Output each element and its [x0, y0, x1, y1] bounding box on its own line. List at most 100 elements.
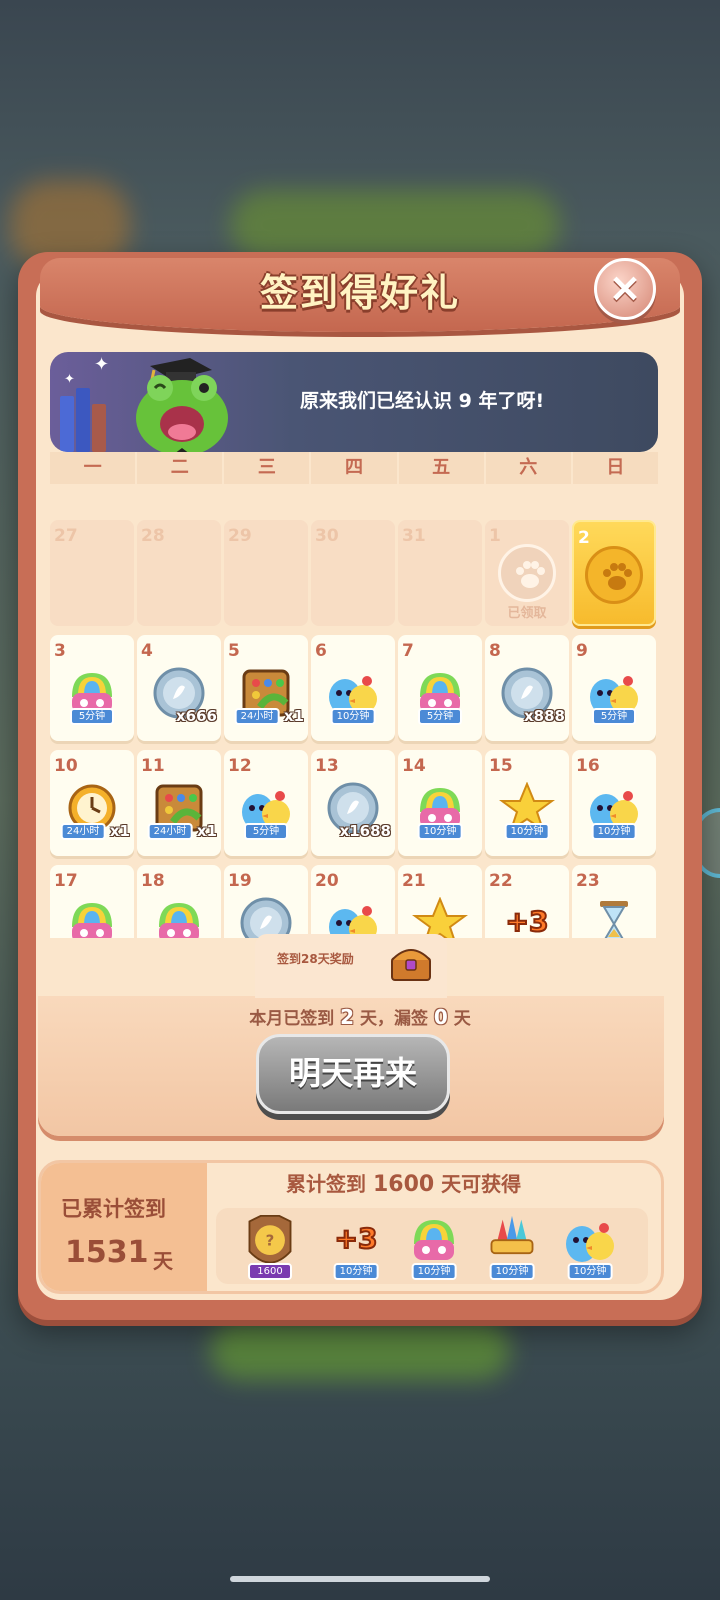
close-icon: × — [608, 265, 642, 311]
color-bombs-icon — [484, 1214, 540, 1270]
calendar-day-cell: 18 — [137, 865, 221, 938]
day-number: 23 — [576, 871, 600, 891]
cumulative-count-box: 已累计签到 1531 天 — [41, 1163, 207, 1291]
calendar-day-cell: 4 x666 — [137, 635, 221, 741]
weekday-label: 五 — [398, 452, 484, 484]
reward-quantity: x1 — [283, 707, 304, 725]
day-number: 13 — [315, 756, 339, 776]
day-number: 10 — [54, 756, 78, 776]
calendar-day-cell: 17 — [50, 865, 134, 938]
cumulative-label: 已累计签到 — [61, 1197, 166, 1221]
calendar-day-cell: 6 10分钟 — [311, 635, 395, 741]
reward-quantity: x888 — [524, 707, 565, 725]
duration-tag: 24小时 — [147, 823, 193, 840]
come-back-tomorrow-button[interactable]: 明天再来 — [256, 1034, 450, 1114]
day-number: 15 — [489, 756, 513, 776]
rainbow-feather-icon — [64, 897, 120, 938]
reward-28-days[interactable]: 签到28天奖励 — [255, 934, 447, 998]
day-number: 8 — [489, 641, 501, 661]
calendar-day-cell: 23 — [572, 865, 656, 938]
calendar-scroll[interactable]: 27 28 29 30 31 1 已领取 2 3 5分钟 4 x666 5 24小时 x1 6 10分钟 7 5分钟… — [50, 520, 658, 938]
calendar-day-cell: 3 5分钟 — [50, 635, 134, 741]
reward-quantity: x1688 — [339, 822, 391, 840]
day-number: 11 — [141, 756, 165, 776]
frog-mascot-icon — [136, 358, 228, 452]
duration-tag: 10分钟 — [417, 823, 463, 840]
score-star-icon — [411, 896, 469, 938]
cumulative-reward-item: 10分钟 — [404, 1214, 464, 1280]
day-number: 9 — [576, 641, 588, 661]
calendar-day-cell: 22 +3 — [485, 865, 569, 938]
anniversary-banner: ✦ ✦ 原来我们已经认识 9 年了呀! — [50, 352, 658, 452]
day-number: 14 — [402, 756, 426, 776]
sparkle-icon: ✦ — [94, 354, 110, 375]
silver-coin-icon — [238, 897, 294, 938]
duration-tag: 5分钟 — [592, 708, 636, 725]
calendar-day-cell: 16 10分钟 — [572, 750, 656, 856]
weekday-label: 一 — [50, 452, 136, 484]
day-number: 7 — [402, 641, 414, 661]
day-number: 3 — [54, 641, 66, 661]
day-number: 1 — [489, 526, 501, 546]
claimed-label: 已领取 — [507, 606, 547, 621]
duration-tag: 10分钟 — [567, 1263, 613, 1280]
cumulative-reward-item: 10分钟 — [482, 1214, 542, 1280]
day-number: 31 — [402, 526, 426, 546]
duration-tag: 5分钟 — [244, 823, 288, 840]
duration-tag: 10分钟 — [330, 708, 376, 725]
weekday-header: 一 二 三 四 五 六 日 — [50, 452, 658, 484]
rainbow-feather-icon — [406, 1214, 462, 1270]
calendar-day-cell: 1 已领取 — [485, 520, 569, 626]
hourglass-icon — [586, 897, 642, 938]
close-button[interactable]: × — [594, 258, 656, 320]
calendar-day-cell: 29 — [224, 520, 308, 626]
calendar-day-cell: 10 24小时 x1 — [50, 750, 134, 856]
day-number: 28 — [141, 526, 165, 546]
goal-days: 1600 — [372, 1172, 435, 1197]
plus-three-icon: +3 — [328, 1214, 384, 1270]
cumulative-reward-item: +3 10分钟 — [326, 1214, 386, 1280]
day-number: 18 — [141, 871, 165, 891]
reward-28-label: 签到28天奖励 — [277, 952, 354, 966]
blue-monster-chick-icon — [562, 1214, 618, 1270]
calendar-day-cell[interactable]: 2 — [572, 520, 656, 626]
month-checkin-info: 本月已签到 2 天，漏签 0 天 — [0, 1004, 720, 1029]
calendar-day-cell: 9 5分钟 — [572, 635, 656, 741]
duration-tag: 10分钟 — [333, 1263, 379, 1280]
calendar-day-cell: 8 x888 — [485, 635, 569, 741]
badge-1600-icon: ? — [242, 1214, 298, 1270]
duration-tag: 1600 — [248, 1263, 292, 1280]
duration-tag: 10分钟 — [504, 823, 550, 840]
books-decoration — [56, 388, 106, 452]
calendar-day-cell: 12 5分钟 — [224, 750, 308, 856]
signed-days-count: 2 — [340, 1005, 355, 1029]
day-number: 21 — [402, 871, 426, 891]
calendar-day-cell: 7 5分钟 — [398, 635, 482, 741]
weekday-label: 六 — [485, 452, 571, 484]
reward-quantity: x1 — [196, 822, 217, 840]
duration-tag: 10分钟 — [411, 1263, 457, 1280]
weekday-label: 三 — [224, 452, 310, 484]
day-number: 16 — [576, 756, 600, 776]
calendar-day-cell: 30 — [311, 520, 395, 626]
calendar-day-cell: 27 — [50, 520, 134, 626]
day-number: 27 — [54, 526, 78, 546]
banner-text: 原来我们已经认识 9 年了呀! — [300, 390, 545, 412]
calendar-day-cell: 28 — [137, 520, 221, 626]
cumulative-reward-item: ? 1600 — [240, 1214, 300, 1280]
missed-days-count: 0 — [433, 1005, 448, 1029]
home-indicator[interactable] — [230, 1576, 490, 1582]
cumulative-reward-item: 10分钟 — [560, 1214, 620, 1280]
day-number: 19 — [228, 871, 252, 891]
duration-tag: 5分钟 — [70, 708, 114, 725]
duration-tag: 10分钟 — [489, 1263, 535, 1280]
day-number: 4 — [141, 641, 153, 661]
cumulative-goal: 累计签到 1600 天可获得 — [286, 1168, 521, 1197]
calendar-day-cell: 21 — [398, 865, 482, 938]
weekday-label: 四 — [311, 452, 397, 484]
day-number: 30 — [315, 526, 339, 546]
calendar-day-cell: 19 — [224, 865, 308, 938]
day-number: 17 — [54, 871, 78, 891]
duration-tag: 10分钟 — [591, 823, 637, 840]
goal-prefix: 累计签到 — [286, 1172, 366, 1196]
